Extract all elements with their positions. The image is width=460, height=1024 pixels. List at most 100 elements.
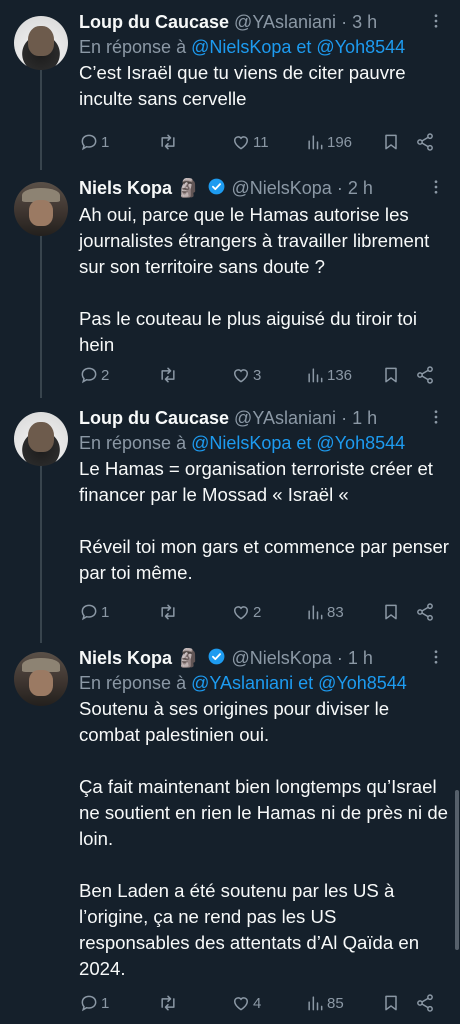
tweet[interactable]: Loup du Caucase @YAslaniani · 3 h En rép… bbox=[0, 10, 460, 160]
like-icon bbox=[233, 606, 249, 620]
view-count: 196 bbox=[327, 133, 353, 151]
more-icon[interactable] bbox=[426, 408, 446, 428]
tweet-text: C’est Israël que tu viens de citer pauvr… bbox=[79, 60, 450, 112]
share-icon bbox=[417, 603, 433, 621]
reply-button[interactable]: 1 bbox=[79, 600, 109, 624]
display-name[interactable]: Loup du Caucase bbox=[79, 12, 229, 32]
like-icon bbox=[233, 369, 249, 383]
bookmark-button[interactable] bbox=[381, 130, 401, 154]
tweet-actions: 1 4 85 bbox=[79, 991, 439, 1015]
like-count: 4 bbox=[253, 994, 262, 1012]
views-button[interactable]: 136 bbox=[305, 363, 352, 387]
reply-button[interactable]: 2 bbox=[79, 363, 109, 387]
tweet-header: Loup du Caucase @YAslaniani · 1 h bbox=[79, 406, 450, 430]
user-handle[interactable]: @YAslaniani bbox=[234, 408, 336, 428]
bookmark-icon bbox=[385, 134, 397, 150]
views-icon bbox=[308, 996, 323, 1011]
tweet[interactable]: Niels Kopa 🗿 @NielsKopa · 2 h Ah oui, pa… bbox=[0, 176, 460, 396]
tweet-paragraph: Soutenu à ses origines pour diviser le c… bbox=[79, 698, 390, 745]
reply-icon bbox=[81, 604, 97, 621]
reply-mentions[interactable]: @NielsKopa et @Yoh8544 bbox=[191, 433, 405, 453]
verified-badge-icon[interactable] bbox=[207, 647, 226, 672]
share-button[interactable] bbox=[415, 991, 435, 1015]
avatar[interactable] bbox=[14, 652, 68, 706]
share-button[interactable] bbox=[415, 363, 435, 387]
retweet-button[interactable] bbox=[157, 991, 181, 1015]
like-count: 2 bbox=[253, 603, 262, 621]
reply-count: 2 bbox=[101, 366, 110, 384]
avatar[interactable] bbox=[14, 412, 68, 466]
reply-mentions[interactable]: @YAslaniani et @Yoh8544 bbox=[191, 673, 407, 693]
avatar[interactable] bbox=[14, 16, 68, 70]
view-count: 136 bbox=[327, 366, 353, 384]
reply-context: En réponse à @NielsKopa et @Yoh8544 bbox=[79, 430, 450, 456]
separator-dot: · bbox=[336, 648, 343, 668]
avatar[interactable] bbox=[14, 182, 68, 236]
reply-button[interactable]: 1 bbox=[79, 991, 109, 1015]
tweet-paragraph: Réveil toi mon gars et commence par pens… bbox=[79, 536, 449, 583]
display-name[interactable]: Loup du Caucase bbox=[79, 408, 229, 428]
user-handle[interactable]: @YAslaniani bbox=[234, 12, 336, 32]
verified-badge-icon[interactable] bbox=[207, 177, 226, 202]
separator-dot: · bbox=[341, 408, 348, 428]
tweet[interactable]: Niels Kopa 🗿 @NielsKopa · 1 h En réponse… bbox=[0, 646, 460, 1024]
reply-prefix: En réponse à bbox=[79, 433, 187, 453]
share-button[interactable] bbox=[415, 130, 435, 154]
bookmark-button[interactable] bbox=[381, 991, 401, 1015]
separator-dot: · bbox=[336, 178, 343, 198]
timestamp[interactable]: 2 h bbox=[348, 178, 373, 198]
retweet-icon bbox=[161, 367, 175, 383]
tweet-header: Niels Kopa 🗿 @NielsKopa · 1 h bbox=[79, 646, 450, 670]
timestamp[interactable]: 1 h bbox=[352, 408, 377, 428]
reply-icon bbox=[81, 134, 97, 151]
like-icon bbox=[233, 997, 249, 1011]
user-handle[interactable]: @NielsKopa bbox=[232, 178, 332, 198]
share-icon bbox=[417, 366, 433, 384]
retweet-icon bbox=[161, 604, 175, 620]
user-handle[interactable]: @NielsKopa bbox=[232, 648, 332, 668]
like-button[interactable]: 3 bbox=[231, 363, 261, 387]
display-name[interactable]: Niels Kopa bbox=[79, 178, 172, 198]
timestamp[interactable]: 3 h bbox=[352, 12, 377, 32]
views-button[interactable]: 85 bbox=[305, 991, 344, 1015]
reply-count: 1 bbox=[101, 603, 110, 621]
scrollbar-thumb[interactable] bbox=[455, 790, 459, 950]
bookmark-icon bbox=[385, 995, 397, 1011]
name-emoji: 🗿 bbox=[177, 178, 200, 198]
tweet-text: Soutenu à ses origines pour diviser le c… bbox=[79, 696, 450, 982]
retweet-button[interactable] bbox=[157, 130, 181, 154]
bookmark-button[interactable] bbox=[381, 363, 401, 387]
bookmark-button[interactable] bbox=[381, 600, 401, 624]
timestamp[interactable]: 1 h bbox=[348, 648, 373, 668]
like-button[interactable]: 4 bbox=[231, 991, 261, 1015]
more-icon[interactable] bbox=[426, 12, 446, 32]
views-button[interactable]: 83 bbox=[305, 600, 344, 624]
tweet[interactable]: Loup du Caucase @YAslaniani · 1 h En rép… bbox=[0, 406, 460, 636]
share-button[interactable] bbox=[415, 600, 435, 624]
tweet-text: Le Hamas = organisation terroriste créer… bbox=[79, 456, 450, 586]
views-button[interactable]: 196 bbox=[305, 130, 352, 154]
like-count: 11 bbox=[253, 133, 269, 151]
like-icon bbox=[233, 136, 249, 150]
retweet-button[interactable] bbox=[157, 363, 181, 387]
more-icon[interactable] bbox=[426, 648, 446, 668]
name-emoji: 🗿 bbox=[177, 648, 200, 668]
like-count: 3 bbox=[253, 366, 262, 384]
retweet-button[interactable] bbox=[157, 600, 181, 624]
like-button[interactable]: 11 bbox=[231, 130, 269, 154]
tweet-text: Ah oui, parce que le Hamas autorise les … bbox=[79, 202, 450, 358]
reply-mentions[interactable]: @NielsKopa et @Yoh8544 bbox=[191, 37, 405, 57]
tweet-header: Loup du Caucase @YAslaniani · 3 h bbox=[79, 10, 450, 34]
tweet-paragraph: Pas le couteau le plus aiguisé du tiroir… bbox=[79, 308, 417, 355]
reply-context: En réponse à @YAslaniani et @Yoh8544 bbox=[79, 670, 450, 696]
reply-icon bbox=[81, 367, 97, 384]
like-button[interactable]: 2 bbox=[231, 600, 261, 624]
more-icon[interactable] bbox=[426, 178, 446, 198]
share-icon bbox=[417, 994, 433, 1012]
tweet-actions: 2 3 136 bbox=[79, 363, 439, 387]
reply-button[interactable]: 1 bbox=[79, 130, 109, 154]
reply-count: 1 bbox=[101, 994, 110, 1012]
view-count: 83 bbox=[327, 603, 344, 621]
views-icon bbox=[308, 605, 323, 620]
display-name[interactable]: Niels Kopa bbox=[79, 648, 172, 668]
